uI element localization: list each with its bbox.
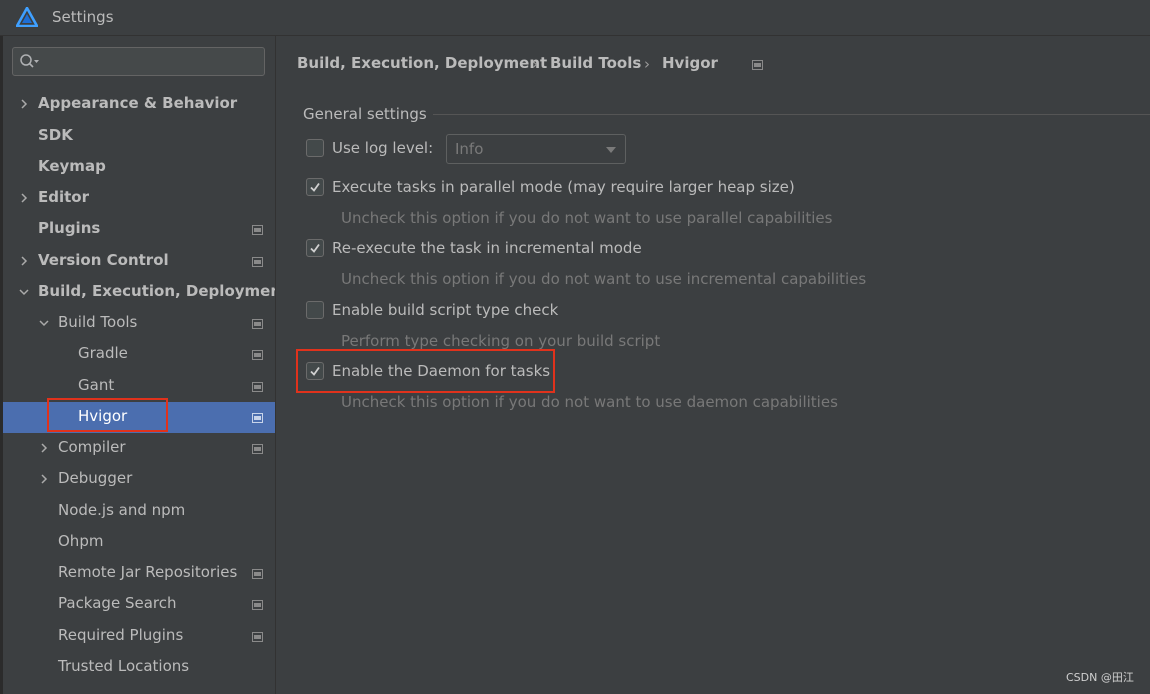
breadcrumb-item: Hvigor xyxy=(662,54,718,72)
parallel-mode-checkbox[interactable]: Execute tasks in parallel mode (may requ… xyxy=(306,177,806,199)
sidebar-item-label: Compiler xyxy=(58,438,126,456)
chevron-right-icon[interactable] xyxy=(38,473,50,485)
incremental-mode-checkbox[interactable]: Re-execute the task in incremental mode xyxy=(306,238,646,260)
chevron-right-icon[interactable] xyxy=(18,192,30,204)
settings-sidebar: Appearance & Behavior SDK Keymap Editor … xyxy=(0,36,276,694)
sidebar-item-nodejs-npm[interactable]: Node.js and npm xyxy=(0,496,275,527)
sidebar-item-label: Hvigor xyxy=(78,407,128,425)
breadcrumb-item[interactable]: Build Tools xyxy=(550,54,641,72)
sidebar-item-label: Appearance & Behavior xyxy=(38,94,238,112)
sidebar-item-label: Gant xyxy=(78,376,115,394)
project-settings-icon xyxy=(252,413,263,423)
log-level-select[interactable]: Info xyxy=(446,134,626,164)
window-title: Settings xyxy=(52,8,114,26)
checkbox-label: Re-execute the task in incremental mode xyxy=(332,239,642,257)
checkbox-label: Use log level: xyxy=(332,139,434,157)
sidebar-item-label: Ohpm xyxy=(58,532,104,550)
chevron-down-icon[interactable] xyxy=(38,317,50,329)
sidebar-item-label: Build, Execution, Deployment xyxy=(38,282,276,300)
checkbox-label: Enable build script type check xyxy=(332,301,559,319)
dropdown-arrow-icon xyxy=(606,147,616,153)
checkbox-label: Execute tasks in parallel mode (may requ… xyxy=(332,178,795,196)
sidebar-item-label: Node.js and npm xyxy=(58,501,186,519)
sidebar-item-build-tools[interactable]: Build Tools xyxy=(0,308,275,339)
project-settings-icon xyxy=(252,600,263,610)
search-input[interactable] xyxy=(12,47,265,76)
sidebar-item-label: Build Tools xyxy=(58,313,138,331)
project-settings-icon xyxy=(252,257,263,267)
sidebar-item-package-search[interactable]: Package Search xyxy=(0,589,275,620)
chevron-down-icon[interactable] xyxy=(18,286,30,298)
sidebar-item-sdk[interactable]: SDK xyxy=(0,121,275,152)
use-log-level-checkbox[interactable]: Use log level: xyxy=(306,138,436,160)
select-value: Info xyxy=(455,140,484,158)
sidebar-item-label: Editor xyxy=(38,188,89,206)
checkbox-box[interactable] xyxy=(306,139,324,157)
checkmark-icon xyxy=(310,243,320,253)
watermark: CSDN @田江 xyxy=(1066,671,1134,684)
sidebar-item-keymap[interactable]: Keymap xyxy=(0,152,275,183)
project-settings-icon xyxy=(252,225,263,235)
sidebar-item-required-plugins[interactable]: Required Plugins xyxy=(0,621,275,652)
type-check-checkbox[interactable]: Enable build script type check xyxy=(306,300,566,322)
sidebar-item-build-execution-deployment[interactable]: Build, Execution, Deployment xyxy=(0,277,276,308)
sidebar-item-label: Keymap xyxy=(38,157,106,175)
sidebar-item-label: Plugins xyxy=(38,219,101,237)
window-edge xyxy=(0,36,3,694)
checkmark-icon xyxy=(310,366,320,376)
checkbox-box[interactable] xyxy=(306,178,324,196)
sidebar-item-version-control[interactable]: Version Control xyxy=(0,246,275,277)
breadcrumb-separator: › xyxy=(644,55,650,73)
project-settings-icon xyxy=(252,569,263,579)
daemon-hint: Uncheck this option if you do not want t… xyxy=(341,393,838,411)
daemon-checkbox[interactable]: Enable the Daemon for tasks xyxy=(306,361,556,383)
project-settings-icon xyxy=(252,444,263,454)
search-icon[interactable] xyxy=(19,53,41,71)
checkmark-icon xyxy=(310,182,320,192)
sidebar-item-compiler[interactable]: Compiler xyxy=(0,433,275,464)
incremental-hint: Uncheck this option if you do not want t… xyxy=(341,270,867,288)
checkbox-box[interactable] xyxy=(306,362,324,380)
breadcrumb-item[interactable]: Build, Execution, Deployment xyxy=(297,54,547,72)
sidebar-item-gant[interactable]: Gant xyxy=(0,371,275,402)
breadcrumb-separator: › xyxy=(532,55,538,73)
sidebar-item-ohpm[interactable]: Ohpm xyxy=(0,527,275,558)
harmony-logo-icon xyxy=(16,7,38,27)
sidebar-item-trusted-locations[interactable]: Trusted Locations xyxy=(0,652,275,683)
checkbox-label: Enable the Daemon for tasks xyxy=(332,362,551,380)
title-bar: Settings xyxy=(0,0,1150,36)
chevron-right-icon[interactable] xyxy=(18,255,30,267)
sidebar-item-label: Required Plugins xyxy=(58,626,184,644)
sidebar-item-label: Gradle xyxy=(78,344,128,362)
sidebar-item-plugins[interactable]: Plugins xyxy=(0,214,275,245)
group-divider xyxy=(433,114,1150,115)
project-settings-icon xyxy=(252,350,263,360)
sidebar-item-label: Remote Jar Repositories xyxy=(58,563,238,581)
settings-content-panel: Build, Execution, Deployment › Build Too… xyxy=(276,36,1150,694)
sidebar-item-hvigor[interactable]: Hvigor xyxy=(0,402,275,433)
sidebar-item-editor[interactable]: Editor xyxy=(0,183,275,214)
project-settings-icon xyxy=(752,60,763,70)
checkbox-box[interactable] xyxy=(306,301,324,319)
sidebar-item-label: Debugger xyxy=(58,469,133,487)
chevron-right-icon[interactable] xyxy=(18,98,30,110)
sidebar-item-label: SDK xyxy=(38,126,73,144)
sidebar-item-label: Version Control xyxy=(38,251,169,269)
chevron-right-icon[interactable] xyxy=(38,442,50,454)
project-settings-icon xyxy=(252,632,263,642)
sidebar-item-label: Package Search xyxy=(58,594,177,612)
sidebar-item-label: Trusted Locations xyxy=(58,657,190,675)
sidebar-item-debugger[interactable]: Debugger xyxy=(0,464,275,495)
type-check-hint: Perform type checking on your build scri… xyxy=(341,332,661,350)
project-settings-icon xyxy=(252,319,263,329)
group-title: General settings xyxy=(303,105,427,123)
project-settings-icon xyxy=(252,382,263,392)
checkbox-box[interactable] xyxy=(306,239,324,257)
sidebar-item-appearance-behavior[interactable]: Appearance & Behavior xyxy=(0,89,275,120)
sidebar-item-remote-jar-repositories[interactable]: Remote Jar Repositories xyxy=(0,558,275,589)
parallel-hint: Uncheck this option if you do not want t… xyxy=(341,209,833,227)
sidebar-item-gradle[interactable]: Gradle xyxy=(0,339,275,370)
